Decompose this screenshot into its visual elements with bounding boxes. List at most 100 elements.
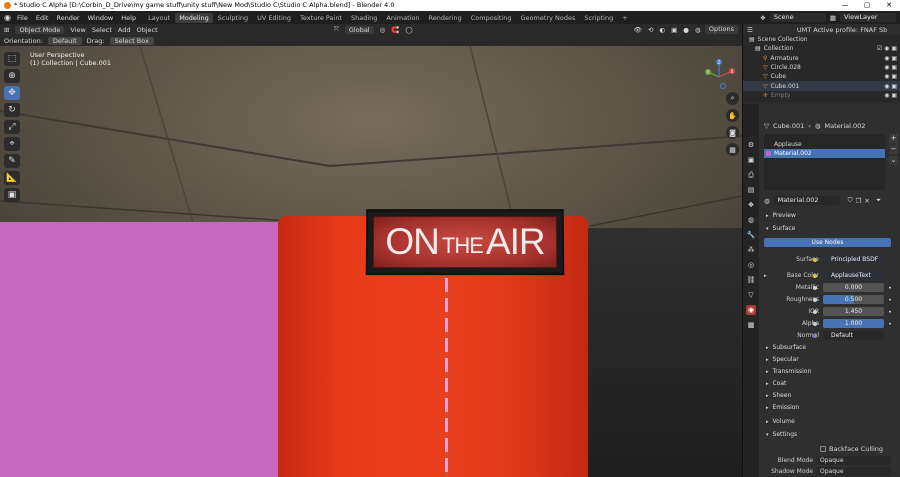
annotate-tool-icon[interactable]: ✎ xyxy=(4,154,20,168)
workspace-tab-modeling[interactable]: Modeling xyxy=(175,12,213,23)
sheen-panel-header[interactable]: ▸ Sheen xyxy=(760,390,900,401)
blend-mode-dropdown[interactable]: Opaque xyxy=(816,456,891,465)
transform-orientation-dropdown[interactable]: Global xyxy=(344,25,374,34)
outliner-row-armature[interactable]: ⚲ Armature ◉ ▣ xyxy=(743,54,900,63)
specular-panel-header[interactable]: ▸ Specular xyxy=(760,354,900,365)
roughness-field[interactable]: 0.500 xyxy=(823,295,884,304)
use-nodes-button[interactable]: Use Nodes xyxy=(764,238,891,247)
transform-tool-icon[interactable]: ⌖ xyxy=(4,137,20,151)
workspace-tab-geometry-nodes[interactable]: Geometry Nodes xyxy=(517,13,580,23)
pivot-icon[interactable]: ◎ xyxy=(380,26,386,34)
render-tab-icon[interactable]: ▣ xyxy=(746,155,756,165)
menu-help[interactable]: Help xyxy=(121,14,136,22)
keyframe-dot-icon[interactable]: • xyxy=(888,320,892,328)
cursor-tool-icon[interactable]: ⊕ xyxy=(4,69,20,83)
add-workspace-button[interactable]: + xyxy=(618,13,631,23)
move-tool-icon[interactable]: ✥ xyxy=(4,86,20,100)
visibility-eye-icon[interactable]: ◉ ▣ xyxy=(884,92,897,99)
workspace-tab-shading[interactable]: Shading xyxy=(347,13,381,23)
visibility-eye-icon[interactable]: ◉ ▣ xyxy=(884,55,897,62)
material-browse-icon[interactable]: ◍ xyxy=(764,197,770,205)
visibility-icon[interactable]: 👁 xyxy=(634,26,642,34)
constraints-tab-icon[interactable]: ⛓ xyxy=(746,275,756,285)
menu-select[interactable]: Select xyxy=(92,26,112,34)
menu-render[interactable]: Render xyxy=(56,14,79,22)
remove-slot-button[interactable]: − xyxy=(889,145,898,154)
coat-panel-header[interactable]: ▸ Coat xyxy=(760,378,900,389)
menu-object[interactable]: Object xyxy=(137,26,158,34)
surface-panel-header[interactable]: ▾ Surface xyxy=(760,223,900,234)
mode-dropdown[interactable]: Object Mode xyxy=(15,25,65,34)
close-button[interactable]: ✕ xyxy=(878,0,900,11)
workspace-tab-scripting[interactable]: Scripting xyxy=(580,13,617,23)
proportional-edit-icon[interactable]: ◯ xyxy=(405,26,412,34)
settings-panel-header[interactable]: ▾ Settings xyxy=(760,429,900,440)
ior-field[interactable]: 1.450 xyxy=(823,307,884,316)
workspace-tab-sculpting[interactable]: Sculpting xyxy=(214,13,252,23)
gizmo-neg-z-axis[interactable] xyxy=(720,83,726,89)
options-dropdown[interactable]: Options xyxy=(704,25,738,34)
orientation-dropdown[interactable]: Default xyxy=(47,36,82,45)
slot-specials-button[interactable]: ⌄ xyxy=(889,156,898,165)
editor-type-icon[interactable]: ⊞ xyxy=(4,26,9,34)
maximize-button[interactable]: ▢ xyxy=(856,0,878,11)
add-cube-tool-icon[interactable]: ▣ xyxy=(4,188,20,202)
data-tab-icon[interactable]: ▽ xyxy=(746,290,756,300)
workspace-tab-texture-paint[interactable]: Texture Paint xyxy=(296,13,346,23)
blender-menu-icon[interactable]: ◉ xyxy=(4,13,11,22)
keyframe-dot-icon[interactable]: • xyxy=(888,284,892,292)
3d-viewport[interactable]: ON THE AIR xyxy=(0,46,742,477)
fake-user-icon[interactable]: ⛉ xyxy=(848,196,853,205)
transmission-panel-header[interactable]: ▸ Transmission xyxy=(760,366,900,377)
on-the-air-sign[interactable]: ON THE AIR xyxy=(365,209,565,276)
preview-panel-header[interactable]: ▸ Preview xyxy=(760,210,900,221)
overlay-toggle-icon[interactable]: ◐ xyxy=(659,26,665,34)
shadow-mode-dropdown[interactable]: Opaque xyxy=(816,467,891,476)
keyframe-dot-icon[interactable]: • xyxy=(888,308,892,316)
expand-arrow-icon[interactable]: ▸ xyxy=(764,273,767,279)
menu-window[interactable]: Window xyxy=(88,14,114,22)
xray-toggle-icon[interactable]: ▣ xyxy=(671,26,677,34)
visibility-eye-icon[interactable]: ◉ ▣ xyxy=(884,73,897,80)
scene-tab-icon[interactable]: ❖ xyxy=(746,200,756,210)
add-slot-button[interactable]: + xyxy=(889,134,898,143)
snap-icon[interactable]: 🧲 xyxy=(391,26,399,34)
material-slot-material-002[interactable]: Material.002 xyxy=(764,149,885,158)
material-slot-list[interactable]: Applause Material.002 xyxy=(764,134,885,190)
workspace-tab-uv-editing[interactable]: UV Editing xyxy=(253,13,295,23)
surface-shader-field[interactable]: Principled BSDF xyxy=(823,255,884,264)
outliner-editor-icon[interactable]: ☰ xyxy=(747,26,753,34)
world-tab-icon[interactable]: ◍ xyxy=(746,215,756,225)
view-layer-tab-icon[interactable]: ▤ xyxy=(746,185,756,195)
outliner-row-empty[interactable]: ✛ Empty ◉ ▣ xyxy=(743,91,900,100)
keyframe-dot-icon[interactable]: • xyxy=(888,296,892,304)
outliner-row-scene-collection[interactable]: ▤ Scene Collection xyxy=(743,35,900,44)
pan-hand-icon[interactable]: ✋ xyxy=(726,109,739,122)
minimize-button[interactable]: — xyxy=(834,0,856,11)
grid-icon[interactable]: ▦ xyxy=(726,143,739,156)
output-tab-icon[interactable]: ⎙ xyxy=(746,170,756,180)
duplicate-icon[interactable]: ❐ xyxy=(856,197,862,205)
scene-field[interactable]: Scene xyxy=(769,13,826,22)
navigation-gizmo[interactable]: X Y Z xyxy=(700,58,738,96)
shading-solid-icon[interactable]: ● xyxy=(683,26,689,34)
backface-culling-checkbox[interactable] xyxy=(820,445,826,452)
emission-panel-header[interactable]: ▸ Emission xyxy=(760,402,900,413)
visibility-eye-icon[interactable]: ◉ ▣ xyxy=(884,83,897,90)
physics-tab-icon[interactable]: ◎ xyxy=(746,260,756,270)
gizmo-toggle-icon[interactable]: ⟲ xyxy=(648,26,653,34)
workspace-tab-rendering[interactable]: Rendering xyxy=(425,13,466,23)
camera-icon[interactable]: ◙ xyxy=(726,126,739,139)
subsurface-panel-header[interactable]: ▸ Subsurface xyxy=(760,342,900,353)
outliner-row-circle[interactable]: ▽ Circle.028 ◉ ▣ xyxy=(743,63,900,72)
menu-add[interactable]: Add xyxy=(118,26,131,34)
volume-panel-header[interactable]: ▸ Volume xyxy=(760,416,900,427)
menu-file[interactable]: File xyxy=(17,14,28,22)
outliner-row-collection[interactable]: ▤ Collection ☑ ◉ ▣ xyxy=(743,44,900,53)
outliner-row-cube[interactable]: ▽ Cube ◉ ▣ xyxy=(743,72,900,81)
visibility-eye-icon[interactable]: ☑ ◉ ▣ xyxy=(877,45,897,52)
workspace-tab-layout[interactable]: Layout xyxy=(144,13,174,23)
alpha-field[interactable]: 1.000 xyxy=(823,319,884,328)
material-tab-icon[interactable]: ◉ xyxy=(746,305,756,315)
unlink-icon[interactable]: ✕ xyxy=(864,197,869,205)
